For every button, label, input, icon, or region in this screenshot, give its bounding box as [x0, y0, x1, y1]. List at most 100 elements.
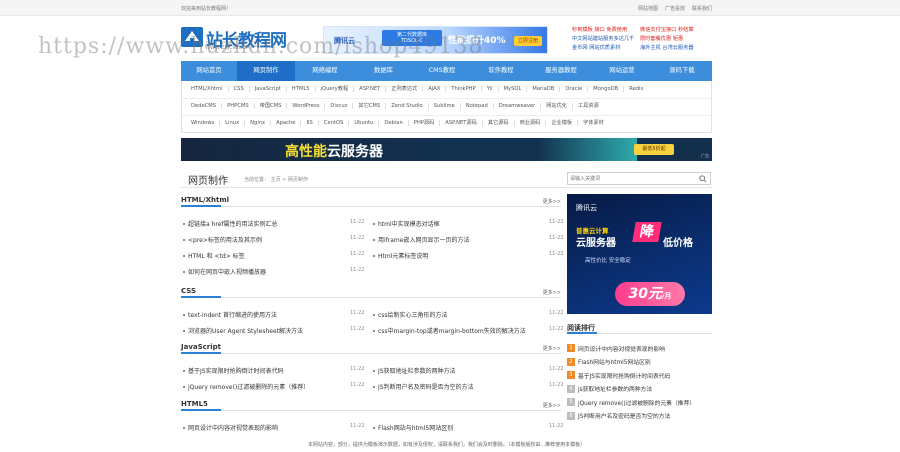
article-title[interactable]: JS判断用户名及密码是否为空的方法: [378, 382, 533, 391]
article-title[interactable]: Flash网站与html5网站区别: [378, 423, 533, 432]
nav-item-operation[interactable]: 网站运营: [592, 61, 652, 81]
tag-link[interactable]: Oracle: [560, 86, 589, 92]
tag-link[interactable]: 其它CMS: [353, 103, 387, 109]
article-title[interactable]: <pre>标签的用法及其示例: [188, 235, 343, 244]
tag-link[interactable]: jQuery教程: [316, 86, 355, 92]
rank-item-title[interactable]: jQuery remove()过滤被删除的元素（推荐）: [578, 398, 695, 407]
rank-item[interactable]: 5 jQuery remove()过滤被删除的元素（推荐）: [567, 396, 712, 408]
tag-link[interactable]: AJAX: [423, 86, 447, 92]
tag-link[interactable]: Nginx: [245, 120, 272, 126]
tag-link[interactable]: ASP.NET: [354, 86, 387, 92]
nav-item-cms[interactable]: CMS教程: [412, 61, 472, 81]
rank-item[interactable]: 6 JS判断用户名及密码是否为空的方法: [567, 410, 712, 422]
promo-link[interactable]: 微信支付宝接口 秒结算: [640, 26, 694, 35]
link-ads[interactable]: 广告投放: [665, 5, 685, 12]
tag-link[interactable]: JavaScript: [250, 86, 287, 92]
tag-link[interactable]: PHPCMS: [222, 103, 255, 109]
tag-link[interactable]: ThinkPHP: [446, 86, 482, 92]
nav-item-programming[interactable]: 网络编程: [295, 61, 355, 81]
article-item[interactable]: 用iframe嵌入网页显示一页的方法 11-22: [373, 235, 564, 244]
more-link[interactable]: 更多>>: [543, 289, 561, 296]
article-item[interactable]: html中实现模态对话框 11-22: [373, 219, 564, 228]
rank-item-title[interactable]: JS判断用户名及密码是否为空的方法: [578, 411, 670, 420]
promo-link[interactable]: 金币网 网站优质素材: [572, 44, 634, 53]
article-item[interactable]: JS判断用户名及密码是否为空的方法 11-22: [373, 382, 564, 391]
cloud-server-banner[interactable]: 高性能云服务器 最低5折起 广告: [181, 138, 712, 161]
article-item[interactable]: HTML 和 <td> 标签 11-22: [183, 251, 365, 260]
article-title[interactable]: css绘制实心三角形的方法: [378, 310, 533, 319]
article-item[interactable]: 网页设计中内容对视觉表现的影响 11-22: [183, 423, 365, 432]
tag-link[interactable]: 企业模板: [546, 120, 579, 126]
tag-link[interactable]: 网站优化: [541, 103, 573, 109]
rank-item-title[interactable]: 网页设计中内容对视觉表现的影响: [578, 344, 665, 353]
rank-item-title[interactable]: Flash网站与html5网站区别: [578, 357, 651, 366]
banner-register-button[interactable]: 立即注册: [514, 36, 542, 46]
promo-link[interactable]: 中文网站建站服务多达几千: [572, 35, 634, 44]
block-title[interactable]: JavaScript: [181, 343, 221, 351]
article-item[interactable]: jQuery remove()过滤被删除的元素（推荐） 11-22: [183, 382, 365, 391]
article-title[interactable]: text-indent 首行缩进的使用方法: [188, 310, 343, 319]
side-ad[interactable]: 腾讯云 普惠云计算 云服务器 降 低价格 高性价比 安全稳定 30元/月: [567, 194, 712, 314]
tag-link[interactable]: Dreamweaver: [494, 103, 542, 109]
nav-item-home[interactable]: 网站首页: [181, 61, 237, 81]
article-item[interactable]: 如何在网页中嵌入视频播放器 11-22: [183, 267, 365, 276]
block-title[interactable]: HTML/Xhtml: [181, 196, 229, 204]
tag-link[interactable]: Windows: [186, 120, 221, 126]
article-title[interactable]: 网页设计中内容对视觉表现的影响: [188, 423, 343, 432]
article-item[interactable]: Flash网站与html5网站区别 11-22: [373, 423, 564, 432]
tag-link[interactable]: Redis: [624, 86, 648, 92]
article-title[interactable]: 基于JS实现限时抢购倒计时间表代码: [188, 366, 343, 375]
tag-link[interactable]: DedeCMS: [186, 103, 223, 109]
promo-link[interactable]: 海外主机 台湾云服务器: [640, 44, 694, 53]
tag-link[interactable]: 其它源码: [483, 120, 515, 126]
promo-link[interactable]: 秒到模板 接口 免费使用: [572, 26, 634, 35]
article-item[interactable]: css中margin-top或者margin-bottom失效的解决方法 11-2…: [373, 326, 564, 335]
article-title[interactable]: css中margin-top或者margin-bottom失效的解决方法: [378, 326, 533, 335]
banner2-button[interactable]: 最低5折起: [634, 144, 674, 155]
nav-item-database[interactable]: 数据库: [355, 61, 412, 81]
more-link[interactable]: 更多>>: [543, 345, 561, 352]
article-item[interactable]: 浏览器的User Agent Stylesheet解决方法 11-22: [183, 326, 365, 335]
tag-link[interactable]: MariaDB: [527, 86, 561, 92]
tag-link[interactable]: MySQL: [499, 86, 528, 92]
tag-link[interactable]: HTML/Xhtml: [186, 86, 229, 92]
more-link[interactable]: 更多>>: [543, 402, 561, 409]
article-item[interactable]: text-indent 首行缩进的使用方法 11-22: [183, 310, 365, 319]
rank-item-title[interactable]: 基于JS实现限时抢购倒计时间表代码: [578, 371, 670, 380]
tag-link[interactable]: HTML5: [287, 86, 316, 92]
nav-item-server[interactable]: 服务器教程: [530, 61, 592, 81]
tag-link[interactable]: Linux: [220, 120, 246, 126]
article-item[interactable]: 基于JS实现限时抢购倒计时间表代码 11-22: [183, 366, 365, 375]
article-title[interactable]: 如何在网页中嵌入视频播放器: [188, 267, 343, 276]
tag-link[interactable]: Zend Studio: [386, 103, 429, 109]
article-title[interactable]: JS获取地址栏参数的两种方法: [378, 366, 533, 375]
article-item[interactable]: <pre>标签的用法及其示例 11-22: [183, 235, 365, 244]
rank-item-title[interactable]: js获取地址栏参数的两种方法: [578, 384, 652, 393]
article-title[interactable]: 用iframe嵌入网页显示一页的方法: [378, 235, 533, 244]
article-title[interactable]: 浏览器的User Agent Stylesheet解决方法: [188, 326, 343, 335]
article-item[interactable]: JS获取地址栏参数的两种方法 11-22: [373, 366, 564, 375]
article-item[interactable]: 超链接a href属性的用法实例汇总 11-22: [183, 219, 365, 228]
tag-link[interactable]: CentOS: [319, 120, 350, 126]
rank-item[interactable]: 1 网页设计中内容对视觉表现的影响: [567, 342, 712, 354]
nav-item-source[interactable]: 源码下载: [652, 61, 712, 81]
search-input[interactable]: [570, 174, 690, 184]
tag-link[interactable]: CSS: [229, 86, 250, 92]
tag-link[interactable]: Apache: [271, 120, 302, 126]
tag-link[interactable]: Debian: [379, 120, 409, 126]
block-title[interactable]: CSS: [181, 287, 196, 295]
rank-item[interactable]: 2 Flash网站与html5网站区别: [567, 356, 712, 368]
nav-item-web-design[interactable]: 网页制作: [237, 61, 295, 81]
tag-link[interactable]: IIS: [301, 120, 319, 126]
rank-item[interactable]: 4 js获取地址栏参数的两种方法: [567, 383, 712, 395]
article-title[interactable]: jQuery remove()过滤被删除的元素（推荐）: [188, 382, 343, 391]
rank-item[interactable]: 3 基于JS实现限时抢购倒计时间表代码: [567, 369, 712, 381]
more-link[interactable]: 更多>>: [543, 198, 561, 205]
tag-link[interactable]: MongoDB: [588, 86, 625, 92]
tag-link[interactable]: Yii: [482, 86, 499, 92]
tag-link[interactable]: Ubuntu: [349, 120, 380, 126]
tag-link[interactable]: 工具资源: [573, 103, 604, 109]
tag-link[interactable]: ASP.NET源码: [440, 120, 483, 126]
tag-link[interactable]: 正则表达式: [386, 86, 424, 92]
article-item[interactable]: Html元素标签说明 11-22: [373, 251, 564, 260]
